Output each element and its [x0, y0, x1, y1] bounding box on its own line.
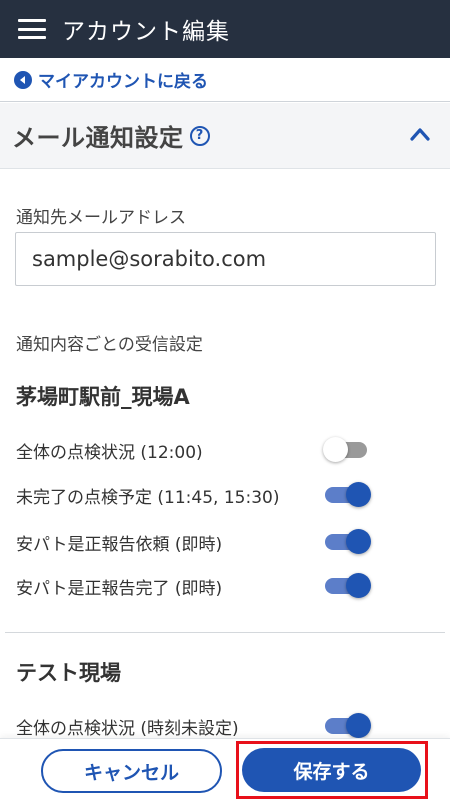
section-divider [5, 632, 445, 633]
notification-row: 未完了の点検予定 (11:45, 15:30) [16, 480, 436, 510]
notification-toggle[interactable] [325, 713, 371, 739]
notification-row: 安パト是正報告完了 (即時) [16, 571, 436, 601]
site-title: 茅場町駅前_現場A [16, 385, 190, 409]
notification-row: 全体の点検状況 (12:00) [16, 435, 436, 465]
hamburger-menu-icon[interactable] [18, 19, 46, 39]
notification-row: 安パト是正報告依頼 (即時) [16, 527, 436, 557]
cancel-button[interactable]: キャンセル [41, 749, 222, 793]
save-button[interactable]: 保存する [242, 748, 421, 792]
notification-label: 全体の点検状況 (時刻未設定) [16, 718, 239, 739]
chevron-up-icon[interactable] [410, 127, 430, 141]
notification-label: 安パト是正報告完了 (即時) [16, 578, 223, 599]
notification-label: 全体の点検状況 (12:00) [16, 442, 203, 463]
email-notification-section-header[interactable]: メール通知設定 ? [0, 103, 450, 169]
notification-toggle[interactable] [325, 529, 371, 555]
action-footer: キャンセル 保存する [0, 738, 450, 800]
question-circle-icon[interactable]: ? [189, 125, 210, 146]
email-field-label: 通知先メールアドレス [16, 208, 186, 228]
section-title: メール通知設定 [12, 124, 184, 152]
notification-label: 未完了の点検予定 (11:45, 15:30) [16, 487, 280, 508]
chevron-left-circle-icon [14, 70, 32, 89]
back-to-my-account-link[interactable]: マイアカウントに戻る [0, 58, 450, 102]
notification-toggle[interactable] [325, 482, 371, 508]
email-field[interactable] [15, 232, 436, 286]
site-title: テスト現場 [16, 661, 121, 685]
notification-row: 全体の点検状況 (時刻未設定) [16, 711, 436, 741]
receive-settings-label: 通知内容ごとの受信設定 [16, 335, 203, 355]
notification-label: 安パト是正報告依頼 (即時) [16, 534, 223, 555]
notification-toggle[interactable] [323, 437, 369, 463]
page-title: アカウント編集 [62, 19, 230, 45]
notification-toggle[interactable] [325, 573, 371, 599]
back-link-label: マイアカウントに戻る [38, 72, 208, 92]
app-header: アカウント編集 [0, 0, 450, 58]
